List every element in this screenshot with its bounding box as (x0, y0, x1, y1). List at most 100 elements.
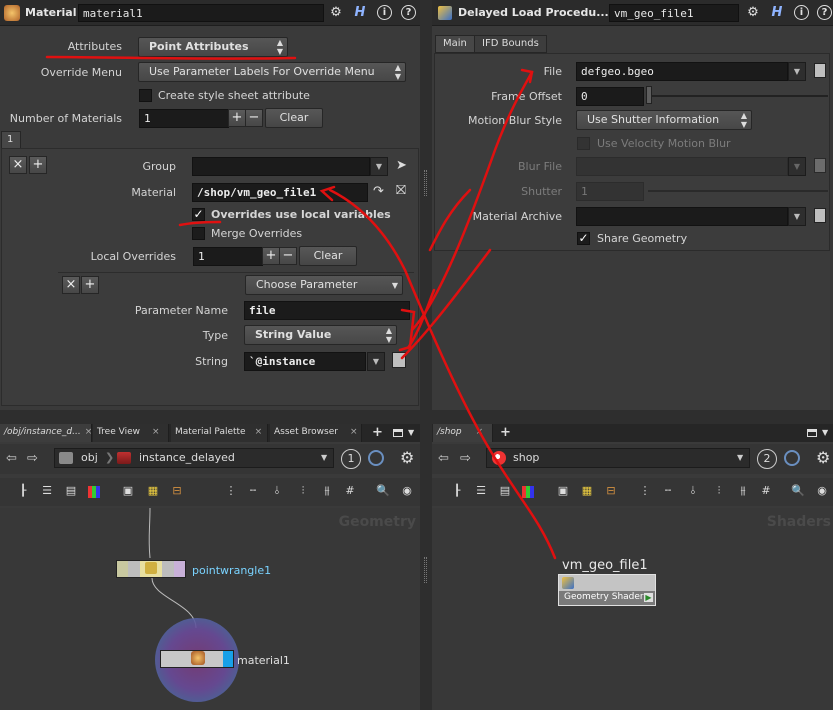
thumbnail-icon[interactable]: ▤ (64, 484, 78, 498)
network-path-bar[interactable]: shop ▼ (486, 448, 750, 468)
info-icon[interactable]: i (377, 5, 392, 20)
zoom-icon[interactable]: 🔍 (791, 484, 805, 498)
local-overrides-minus-button[interactable]: − (279, 247, 297, 265)
gear-icon[interactable]: ⚙ (816, 448, 830, 467)
blur-file-chooser-icon[interactable] (814, 158, 826, 173)
string-dropdown-arrow[interactable]: ▼ (367, 352, 385, 371)
thumbnail-icon[interactable]: ▤ (498, 484, 512, 498)
maximize-icon[interactable] (393, 429, 403, 437)
node-name-field[interactable]: material1 (78, 4, 324, 22)
maximize-icon[interactable] (807, 429, 817, 437)
help-icon[interactable]: ? (817, 5, 832, 20)
blur-file-dropdown-arrow[interactable]: ▼ (788, 157, 806, 176)
tab-tree-view[interactable]: Tree View × (93, 424, 169, 442)
file-dropdown-arrow[interactable]: ▼ (788, 62, 806, 81)
snap-icon[interactable]: ⫵ (736, 484, 750, 498)
share-geometry-checkbox[interactable]: ✓ (577, 232, 590, 245)
close-icon[interactable]: × (85, 427, 91, 437)
align-horizontal-icon[interactable]: ╌ (246, 484, 260, 498)
group-field[interactable] (192, 157, 370, 176)
grid-icon[interactable]: # (343, 484, 357, 498)
add-tab-icon[interactable]: + (372, 425, 383, 440)
select-operator-icon[interactable]: ⛝ (396, 183, 412, 199)
remove-override-button[interactable]: × (62, 276, 80, 294)
gear-icon[interactable]: ⚙ (328, 5, 344, 21)
jump-to-material-icon[interactable]: ↷ (373, 184, 389, 200)
network-path-bar[interactable]: obj ❯ instance_delayed ▼ (54, 448, 334, 468)
horizontal-splitter[interactable] (0, 410, 833, 424)
local-overrides-field[interactable]: 1 (193, 247, 263, 266)
distribute-icon[interactable]: ⫰ (270, 484, 284, 498)
gear-icon[interactable]: ⚙ (745, 5, 761, 21)
list-view-icon[interactable]: ☰ (40, 484, 54, 498)
num-materials-minus-button[interactable]: − (245, 109, 263, 127)
tab-ifd-bounds[interactable]: IFD Bounds (474, 35, 547, 53)
path-node[interactable]: shop (513, 449, 539, 467)
pane-menu-icon[interactable]: ▼ (822, 428, 828, 437)
file-chooser-icon[interactable] (392, 352, 406, 368)
pin-number-badge[interactable]: 1 (341, 449, 361, 469)
forward-arrow-icon[interactable]: ⇨ (460, 451, 471, 466)
frame-offset-slider-handle[interactable] (646, 86, 652, 104)
file-chooser-icon[interactable] (814, 63, 826, 78)
attributes-menu[interactable]: Point Attributes ▲ ▼ (138, 37, 288, 57)
path-node[interactable]: instance_delayed (139, 449, 235, 467)
help-icon[interactable]: ? (401, 5, 416, 20)
zoom-icon[interactable]: 🔍 (376, 484, 390, 498)
align-vertical-icon[interactable]: ⋮ (638, 484, 652, 498)
align-horizontal-icon[interactable]: ╌ (661, 484, 675, 498)
tree-layout-icon[interactable]: ┠ (450, 484, 464, 498)
frame-offset-slider-track[interactable] (648, 95, 828, 97)
tree-layout-icon[interactable]: ┠ (16, 484, 30, 498)
pin-number-badge[interactable]: 2 (757, 449, 777, 469)
type-menu[interactable]: String Value ▲ ▼ (244, 325, 397, 345)
close-icon[interactable]: × (350, 427, 358, 437)
snap-icon[interactable]: ⫵ (320, 484, 334, 498)
left-network-editor[interactable]: Geometry pointwrangle1 material1 (0, 508, 420, 710)
tab-asset-browser[interactable]: Asset Browser × (270, 424, 362, 442)
shutter-field[interactable]: 1 (576, 182, 644, 201)
straighten-icon[interactable]: ⫶ (296, 484, 310, 498)
color-palette-icon[interactable] (522, 486, 534, 498)
overrides-local-checkbox[interactable]: ✓ (192, 208, 205, 221)
close-icon[interactable]: × (255, 427, 263, 437)
tab-main[interactable]: Main (435, 35, 475, 53)
sticky-note-icon[interactable]: ▦ (146, 484, 160, 498)
num-materials-field[interactable]: 1 (139, 109, 229, 128)
frame-offset-field[interactable]: 0 (576, 87, 644, 106)
multiparm-tab-1[interactable]: 1 (1, 131, 21, 149)
shader-output-icon[interactable]: ▶ (644, 593, 653, 602)
forward-arrow-icon[interactable]: ⇨ (27, 451, 38, 466)
string-field[interactable]: `@instance (244, 352, 366, 371)
link-toggle-icon[interactable] (368, 450, 384, 466)
material-archive-chooser-icon[interactable] (814, 208, 826, 223)
pointwrangle-node[interactable] (116, 560, 186, 578)
h-icon[interactable]: H (769, 5, 785, 21)
subnet-icon[interactable]: ⊟ (170, 484, 184, 498)
pane-menu-icon[interactable]: ▼ (408, 428, 414, 437)
material-archive-field[interactable] (576, 207, 788, 226)
merge-overrides-checkbox[interactable] (192, 227, 205, 240)
list-view-icon[interactable]: ☰ (474, 484, 488, 498)
tab-material-palette[interactable]: Material Palette × (171, 424, 268, 442)
view-eye-icon[interactable]: ◉ (815, 484, 829, 498)
subnet-icon[interactable]: ⊟ (604, 484, 618, 498)
use-velocity-checkbox[interactable] (577, 137, 590, 150)
remove-instance-button[interactable]: × (9, 156, 27, 174)
right-network-editor[interactable]: Shaders vm_geo_file1 Geometry Shader ▶ (432, 508, 833, 710)
local-overrides-clear-button[interactable]: Clear (299, 246, 357, 266)
link-toggle-icon[interactable] (784, 450, 800, 466)
straighten-icon[interactable]: ⫶ (712, 484, 726, 498)
material-path-field[interactable]: /shop/vm_geo_file1 (192, 183, 368, 202)
add-instance-button[interactable]: + (29, 156, 47, 174)
create-style-sheet-checkbox[interactable] (139, 89, 152, 102)
num-materials-plus-button[interactable]: + (228, 109, 246, 127)
tab-shop[interactable]: /shop × (433, 424, 493, 442)
gear-icon[interactable]: ⚙ (400, 448, 414, 467)
back-arrow-icon[interactable]: ⇦ (438, 451, 449, 466)
h-icon[interactable]: H (352, 5, 368, 21)
add-override-button[interactable]: + (81, 276, 99, 294)
network-box-icon[interactable]: ▣ (556, 484, 570, 498)
group-dropdown-arrow[interactable]: ▼ (370, 157, 388, 176)
choose-parameter-menu[interactable]: Choose Parameter ▼ (245, 275, 403, 295)
